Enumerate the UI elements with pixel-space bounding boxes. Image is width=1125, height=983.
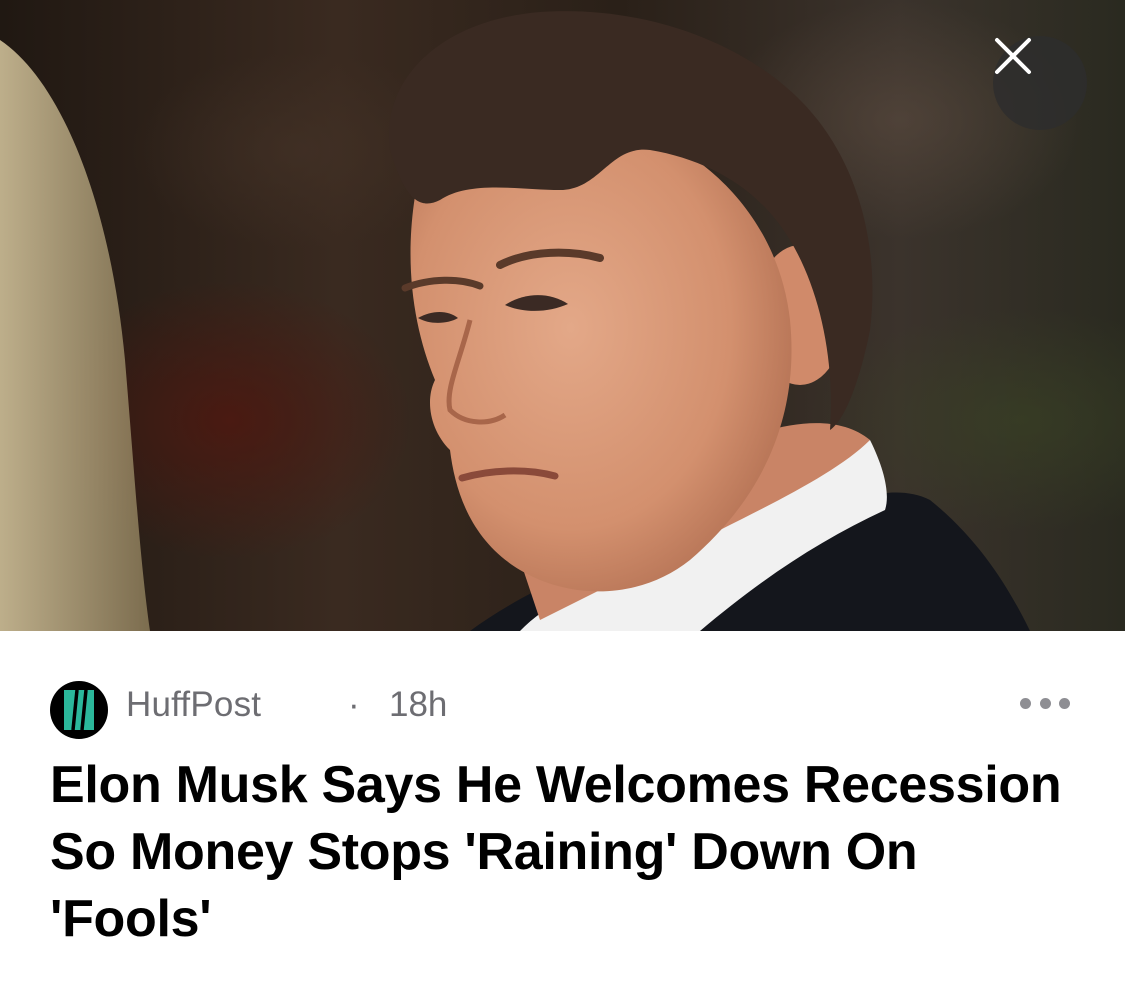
source-name[interactable]: HuffPost bbox=[126, 685, 261, 725]
more-horizontal-icon-dot bbox=[1020, 697, 1031, 709]
huffpost-logo-icon[interactable] bbox=[50, 681, 108, 739]
more-horizontal-icon-dot bbox=[1059, 697, 1070, 709]
source-row: HuffPost · 18h bbox=[50, 678, 1075, 739]
close-icon bbox=[995, 38, 1031, 74]
article-headline[interactable]: Elon Musk Says He Welcomes Recession So … bbox=[50, 752, 1090, 953]
more-options-button[interactable] bbox=[1020, 688, 1070, 718]
hero-image[interactable] bbox=[0, 0, 1125, 631]
source-separator: · bbox=[348, 685, 360, 724]
published-time: 18h bbox=[389, 685, 448, 724]
close-button[interactable] bbox=[993, 36, 1087, 130]
hero-photo-illustration bbox=[0, 11, 1030, 631]
more-horizontal-icon-dot bbox=[1039, 697, 1051, 709]
